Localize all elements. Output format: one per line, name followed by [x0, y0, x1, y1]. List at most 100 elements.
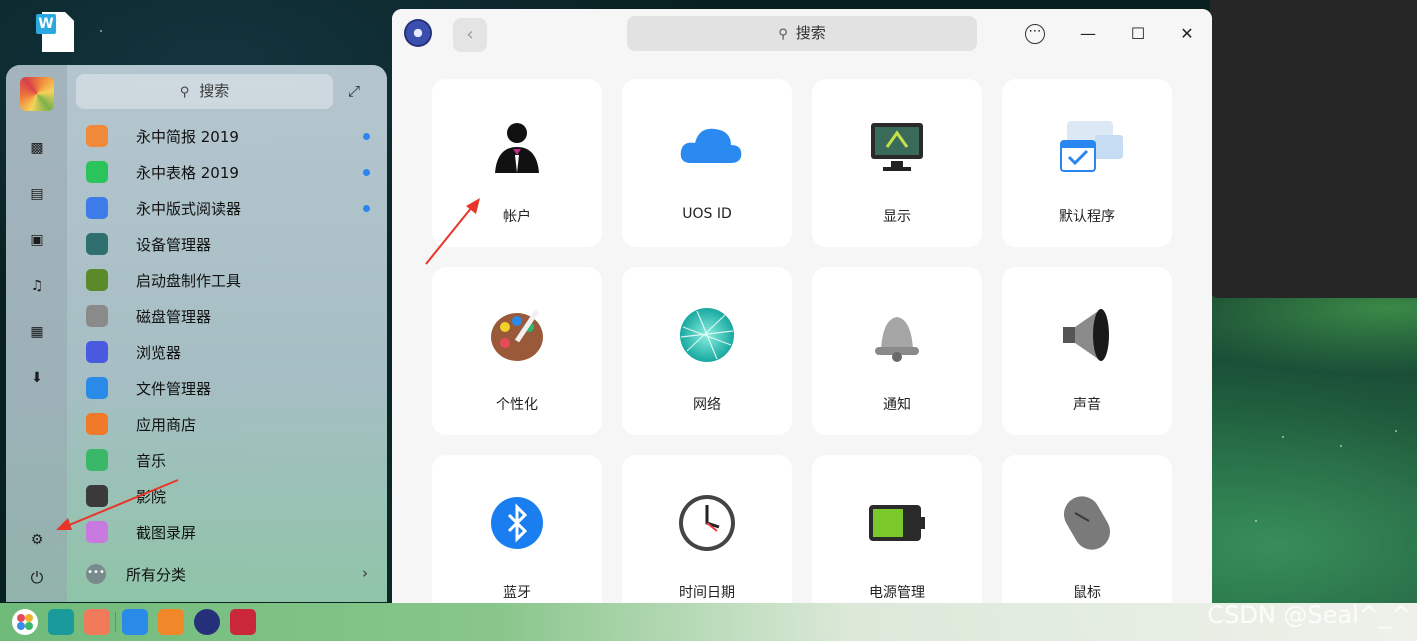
control-center-search-input[interactable]: ⚲ 搜索	[627, 16, 977, 51]
settings-tile[interactable]: 帐户	[432, 79, 602, 247]
list-item[interactable]: 磁盘管理器	[86, 298, 386, 334]
launcher-sidebar: ▩ ▤ ▣ ♫ ▦ ⬇ ⚙ ⏻	[6, 65, 67, 602]
new-app-badge	[363, 133, 370, 140]
tile-label: 默认程序	[1059, 209, 1115, 225]
control-center-logo-icon	[404, 19, 432, 47]
maximize-button[interactable]: ☐	[1126, 22, 1150, 46]
documents-icon[interactable]: ▤	[28, 185, 46, 203]
tile-label: 显示	[883, 209, 911, 225]
app-label: 永中简报 2019	[136, 127, 239, 146]
notification-icon	[867, 305, 927, 365]
list-item[interactable]: 浏览器	[86, 334, 386, 370]
desktop-document-icon[interactable]: W	[36, 10, 80, 54]
fullscreen-expand-icon[interactable]: ⤢	[348, 82, 368, 102]
tile-label: 电源管理	[869, 585, 925, 601]
settings-tile[interactable]: 个性化	[432, 267, 602, 435]
downloads-icon[interactable]: ⬇	[28, 369, 46, 387]
file-manager-icon	[86, 377, 108, 399]
power-icon[interactable]: ⏻	[28, 569, 46, 587]
list-item[interactable]: 影院	[86, 478, 386, 514]
account-icon	[487, 117, 547, 177]
app-store-icon[interactable]	[158, 609, 184, 635]
control-center-window: ‹ ⚲ 搜索 ⋯ — ☐ ✕ 帐户 UOS ID 显示 默认程序个性化 网络 通知 声音蓝牙 时…	[392, 9, 1212, 603]
settings-tile[interactable]: 默认程序	[1002, 79, 1172, 247]
multitask-view-icon[interactable]	[48, 609, 74, 635]
list-item[interactable]: 永中简报 2019	[86, 118, 386, 154]
list-item[interactable]: 永中表格 2019	[86, 154, 386, 190]
app-label: 浏览器	[136, 343, 182, 362]
all-categories-button[interactable]: ••• 所有分类 ›	[86, 560, 376, 588]
yozo-presentation-icon	[86, 125, 108, 147]
tile-label: 个性化	[496, 397, 538, 413]
background-terminal-window[interactable]	[1210, 0, 1417, 298]
taskbar	[0, 603, 1417, 641]
start-launcher: ▩ ▤ ▣ ♫ ▦ ⬇ ⚙ ⏻ ⚲ 搜索 ⤢ 永中简报 2019 永中表格 2019…	[6, 65, 387, 602]
file-manager-icon[interactable]	[122, 609, 148, 635]
disk-manager-icon	[86, 305, 108, 327]
settings-tile[interactable]: 电源管理	[812, 455, 982, 603]
tile-label: UOS ID	[682, 206, 732, 222]
tile-label: 通知	[883, 397, 911, 413]
workspace-icon[interactable]	[84, 609, 110, 635]
app-label: 影院	[136, 487, 167, 506]
browser-icon	[86, 341, 108, 363]
launcher-search-input[interactable]: ⚲ 搜索	[76, 74, 333, 109]
computer-icon[interactable]: ▩	[28, 139, 46, 157]
chevron-right-icon: ›	[362, 564, 368, 582]
yozo-spreadsheet-icon	[86, 161, 108, 183]
app-label: 磁盘管理器	[136, 307, 212, 326]
settings-tile[interactable]: 网络	[622, 267, 792, 435]
app-label: 应用商店	[136, 415, 197, 434]
list-item[interactable]: 文件管理器	[86, 370, 386, 406]
display-icon	[867, 117, 927, 177]
settings-tile[interactable]: 声音	[1002, 267, 1172, 435]
launcher-button-icon[interactable]	[12, 609, 38, 635]
list-item[interactable]: 设备管理器	[86, 226, 386, 262]
new-app-badge	[363, 205, 370, 212]
watermark: CSDN @Seal^_^	[1207, 601, 1411, 629]
settings-tile[interactable]: 鼠标	[1002, 455, 1172, 603]
app-label: 文件管理器	[136, 379, 212, 398]
settings-tile[interactable]: 蓝牙	[432, 455, 602, 603]
tile-label: 时间日期	[679, 585, 735, 601]
movie-icon	[86, 485, 108, 507]
list-item[interactable]: 应用商店	[86, 406, 386, 442]
sound-icon	[1057, 305, 1117, 365]
videos-icon[interactable]: ▦	[28, 323, 46, 341]
app-store-icon	[86, 413, 108, 435]
tile-label: 帐户	[503, 209, 531, 225]
cloud-icon	[677, 117, 742, 177]
taskbar-separator	[115, 612, 116, 632]
main-menu-button[interactable]: ⋯	[1025, 24, 1045, 44]
music-icon	[86, 449, 108, 471]
list-item[interactable]: 截图录屏	[86, 514, 386, 550]
list-item[interactable]: 永中版式阅读器	[86, 190, 386, 226]
search-icon: ⚲	[179, 85, 190, 100]
app-label: 永中表格 2019	[136, 163, 239, 182]
minimize-button[interactable]: —	[1076, 22, 1100, 46]
settings-tile[interactable]: UOS ID	[622, 79, 792, 247]
more-dots-icon: •••	[86, 564, 106, 584]
tile-label: 蓝牙	[503, 585, 531, 601]
close-button[interactable]: ✕	[1175, 22, 1199, 46]
settings-tile[interactable]: 时间日期	[622, 455, 792, 603]
settings-tile[interactable]: 显示	[812, 79, 982, 247]
back-button[interactable]: ‹	[453, 18, 487, 52]
music-folder-icon[interactable]: ♫	[28, 277, 46, 295]
list-item[interactable]: 音乐	[86, 442, 386, 478]
pictures-icon[interactable]: ▣	[28, 231, 46, 249]
bluetooth-icon	[487, 493, 547, 553]
settings-gear-icon[interactable]: ⚙	[28, 531, 46, 549]
search-icon: ⚲	[778, 27, 788, 42]
list-item[interactable]: 启动盘制作工具	[86, 262, 386, 298]
screenshot-icon	[86, 521, 108, 543]
yozo-reader-icon	[86, 197, 108, 219]
settings-tile[interactable]: 通知	[812, 267, 982, 435]
control-center-icon[interactable]	[194, 609, 220, 635]
power-management-icon	[867, 493, 927, 553]
new-app-badge	[363, 169, 370, 176]
user-avatar[interactable]	[20, 77, 54, 111]
network-icon	[677, 305, 737, 365]
app-label: 音乐	[136, 451, 167, 470]
terminal-icon[interactable]	[230, 609, 256, 635]
